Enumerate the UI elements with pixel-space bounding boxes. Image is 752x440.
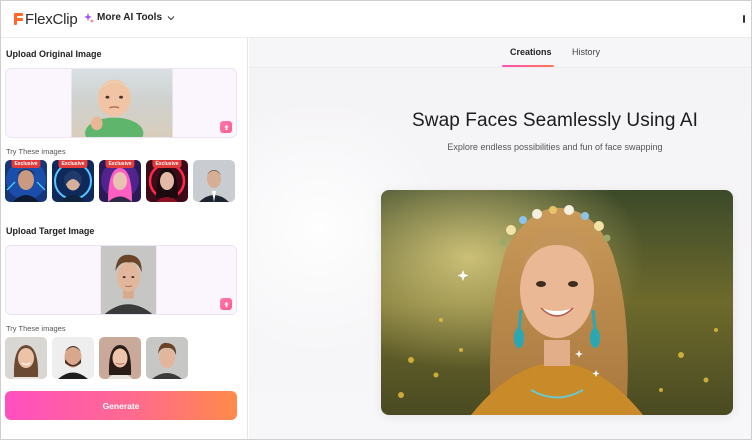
sample-thumb[interactable] (52, 337, 94, 379)
logo-text: FlexClip (25, 10, 78, 28)
menu-handle-icon[interactable] (743, 15, 745, 23)
chevron-down-icon (167, 15, 175, 20)
sample-thumb[interactable] (5, 337, 47, 379)
sample-thumb[interactable]: Exclusive (146, 160, 188, 202)
hero-example-image (381, 190, 733, 415)
upload-icon (223, 124, 229, 130)
exclusive-badge: Exclusive (11, 160, 41, 168)
hero-subtitle: Explore endless possibilities and fun of… (447, 142, 663, 152)
sample-thumb[interactable] (193, 160, 235, 202)
more-ai-tools-label: More AI Tools (97, 12, 162, 23)
sample-thumb[interactable]: Exclusive (99, 160, 141, 202)
top-bar: FlexClip More AI Tools (1, 1, 751, 38)
left-panel: Upload Original Image Try These images E… (1, 38, 248, 439)
upload-target-button[interactable] (220, 298, 232, 310)
flower-crown-woman-photo (381, 190, 733, 415)
active-tab-indicator (502, 65, 554, 67)
upload-target-dropzone[interactable] (5, 245, 237, 315)
target-sample-list (5, 337, 188, 379)
sample-asian-woman-image (99, 337, 141, 379)
exclusive-badge: Exclusive (152, 160, 182, 168)
sample-woman-smile-image (5, 337, 47, 379)
original-sample-list: Exclusive Exclusive Exclusive Exclusive (5, 160, 235, 202)
sample-thumb[interactable]: Exclusive (5, 160, 47, 202)
original-baby-photo (71, 69, 173, 137)
try-images-label-target: Try These images (6, 324, 66, 333)
sample-thumb[interactable] (146, 337, 188, 379)
exclusive-badge: Exclusive (58, 160, 88, 168)
upload-target-title: Upload Target Image (6, 226, 95, 236)
tab-history[interactable]: History (572, 47, 600, 57)
exclusive-badge: Exclusive (105, 160, 135, 168)
try-images-label-original: Try These images (6, 147, 66, 156)
flexclip-logo[interactable]: FlexClip (14, 10, 78, 28)
upload-icon (223, 301, 229, 307)
sample-man-beard-image (52, 337, 94, 379)
app-window: FlexClip More AI Tools Upload Original I… (0, 0, 752, 440)
right-panel: Creations History Swap Faces Seamlessly … (249, 38, 751, 439)
target-young-man-photo (100, 246, 157, 314)
logo-mark-icon (14, 12, 24, 26)
generate-button[interactable]: Generate (5, 391, 237, 420)
more-ai-tools-menu[interactable]: More AI Tools (84, 12, 175, 23)
upload-original-button[interactable] (220, 121, 232, 133)
sample-young-man-image (146, 337, 188, 379)
sample-thumb[interactable] (99, 337, 141, 379)
result-tabs: Creations History (249, 38, 751, 68)
sample-suit-man-image (193, 160, 235, 202)
sparkle-icon (84, 12, 94, 23)
upload-original-title: Upload Original Image (6, 49, 102, 59)
hero-title: Swap Faces Seamlessly Using AI (411, 110, 698, 131)
sample-thumb[interactable]: Exclusive (52, 160, 94, 202)
tab-creations[interactable]: Creations (510, 47, 552, 57)
upload-original-dropzone[interactable] (5, 68, 237, 138)
